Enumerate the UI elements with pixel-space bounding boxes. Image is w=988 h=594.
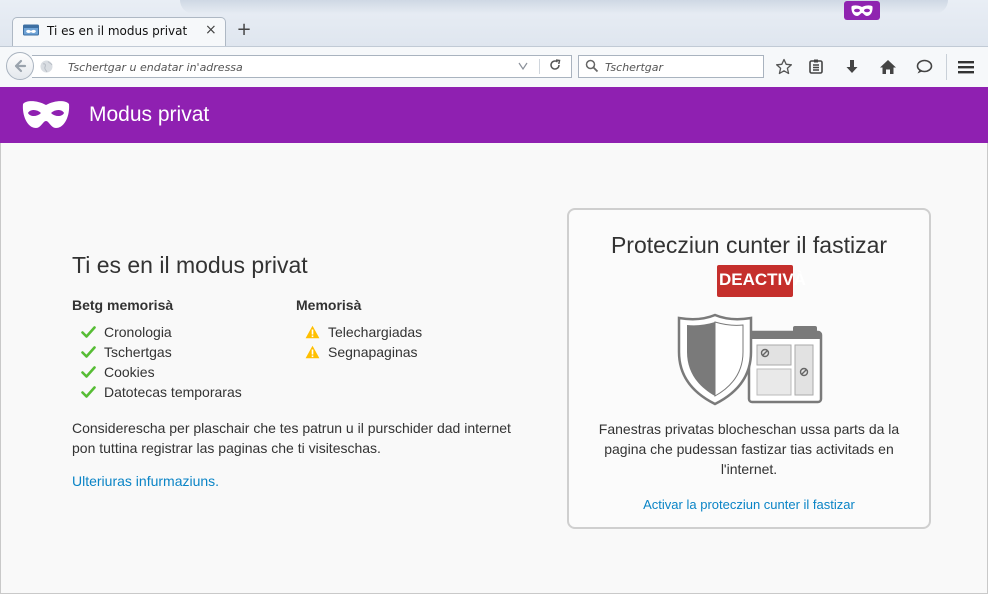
checkmark-icon: [81, 366, 96, 378]
saved-list: Telechargiadas Segnapaginas: [296, 322, 422, 362]
downloads-icon: [846, 60, 858, 73]
private-browsing-icon: [23, 24, 39, 36]
tracking-protection-title: Protecziun cunter il fastizar: [610, 232, 888, 258]
bookmark-star-icon: [775, 58, 793, 75]
tab-private-browsing[interactable]: Ti es en il modus privat ×: [12, 17, 226, 46]
list-item-label: Cookies: [104, 364, 155, 380]
tracking-protection-description: Fanestras privatas blocheschan ussa part…: [598, 421, 900, 477]
url-input[interactable]: [66, 57, 510, 78]
private-browsing-header: Modus privat: [0, 87, 988, 143]
arrow-left-icon: [14, 59, 27, 73]
learn-more-link[interactable]: Ulteriuras infurmaziuns.: [72, 473, 219, 489]
private-browsing-description: Considerescha per plaschair che tes patr…: [72, 420, 511, 456]
saved-heading: Memorisà: [296, 297, 362, 313]
search-input[interactable]: [603, 57, 763, 78]
list-item-label: Segnapaginas: [328, 344, 418, 360]
list-item: Tschertgas: [72, 342, 242, 362]
url-bar-separator: [539, 59, 540, 74]
list-item: Cronologia: [72, 322, 242, 342]
chat-icon: [916, 59, 933, 74]
search-icon: [585, 59, 599, 73]
home-icon: [880, 60, 896, 74]
private-mask-icon: [22, 101, 70, 128]
reading-list-icon: [809, 59, 823, 74]
checkmark-icon: [81, 386, 96, 398]
chat-button[interactable]: [913, 56, 935, 78]
navigation-toolbar: [0, 46, 988, 87]
private-mask-icon: [851, 4, 873, 16]
header-title: Modus privat: [89, 103, 210, 126]
list-item: Telechargiadas: [296, 322, 422, 342]
downloads-button[interactable]: [841, 56, 863, 78]
reload-button[interactable]: [546, 59, 564, 75]
private-browsing-indicator: [844, 1, 880, 20]
page-title: Ti es en il modus privat: [72, 252, 308, 278]
tab-title: Ti es en il modus privat: [47, 24, 188, 38]
chevron-down-icon[interactable]: [518, 62, 528, 70]
not-saved-heading: Betg memorisà: [72, 297, 174, 313]
checkmark-icon: [81, 326, 96, 338]
checkmark-icon: [81, 346, 96, 358]
toolbar-separator: [946, 54, 947, 80]
list-item-label: Tschertgas: [104, 344, 172, 360]
list-item: Datotecas temporaras: [72, 382, 242, 402]
warning-icon: [305, 345, 320, 359]
new-tab-button[interactable]: +: [236, 20, 252, 40]
bookmark-star-button[interactable]: [773, 56, 795, 78]
home-button[interactable]: [877, 56, 899, 78]
reload-icon: [550, 59, 561, 70]
list-item-label: Telechargiadas: [328, 324, 423, 340]
url-bar[interactable]: [32, 55, 572, 78]
list-item-label: Cronologia: [104, 324, 172, 340]
status-badge: DEACTIVÀ: [717, 265, 806, 297]
not-saved-list: Cronologia Tschertgas Cookies Datotecas …: [72, 322, 242, 402]
warning-icon: [305, 325, 320, 339]
list-item-label: Datotecas temporaras: [104, 384, 242, 400]
list-item: Cookies: [72, 362, 242, 382]
reading-list-button[interactable]: [805, 56, 827, 78]
tracking-protection-illustration: [677, 313, 823, 406]
browser-window-icon: [747, 326, 823, 404]
shield-icon: [677, 313, 753, 406]
globe-icon: [40, 60, 53, 73]
tracking-protection-card: Protecziun cunter il fastizar DEACTIVÀ F…: [567, 208, 931, 529]
tab-close-button[interactable]: ×: [205, 22, 217, 38]
menu-button[interactable]: [955, 56, 977, 78]
title-bar: Ti es en il modus privat × +: [0, 0, 988, 46]
list-item: Segnapaginas: [296, 342, 422, 362]
status-badge-label: DEACTIVÀ: [719, 270, 806, 289]
back-button[interactable]: [6, 52, 34, 80]
search-bar[interactable]: [578, 55, 764, 78]
enable-tracking-protection-link[interactable]: Activar la protecziun cunter il fastizar: [569, 497, 929, 512]
menu-icon: [958, 61, 974, 74]
